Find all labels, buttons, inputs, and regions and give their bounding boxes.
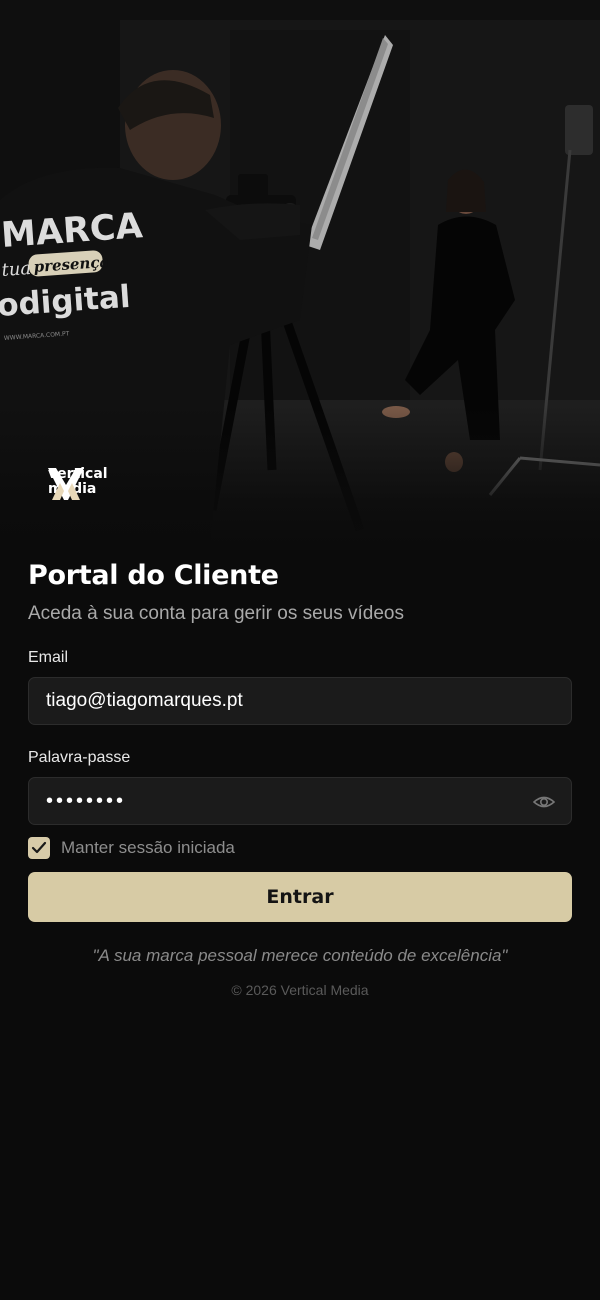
remember-me-label[interactable]: Manter sessão iniciada bbox=[61, 838, 235, 858]
vm-monogram-icon bbox=[48, 468, 84, 500]
page-subtitle: Aceda à sua conta para gerir os seus víd… bbox=[28, 603, 405, 624]
password-field-container bbox=[28, 777, 572, 825]
login-panel: Portal do Cliente Aceda à sua conta para… bbox=[28, 560, 572, 998]
remember-me-row: Manter sessão iniciada bbox=[28, 837, 572, 859]
login-button[interactable]: Entrar bbox=[28, 872, 572, 922]
password-field[interactable] bbox=[29, 778, 571, 824]
remember-me-checkbox[interactable] bbox=[28, 837, 50, 859]
tagline-quote: "A sua marca pessoal merece conteúdo de … bbox=[92, 946, 508, 965]
eye-icon[interactable] bbox=[533, 792, 555, 812]
hero-photo: MARCA tua presença odigital WWW.MARCA.CO… bbox=[0, 0, 600, 545]
shirt-print-line2a: tua bbox=[1, 258, 32, 281]
page-title: Portal do Cliente bbox=[28, 560, 279, 591]
brand-logo: vertical media bbox=[48, 467, 108, 500]
email-field[interactable] bbox=[29, 678, 571, 724]
email-label: Email bbox=[28, 649, 69, 666]
email-field-container bbox=[28, 677, 572, 725]
checkmark-icon bbox=[31, 841, 47, 854]
copyright-footer: © 2026 Vertical Media bbox=[231, 982, 369, 998]
password-label: Palavra-passe bbox=[28, 749, 131, 766]
